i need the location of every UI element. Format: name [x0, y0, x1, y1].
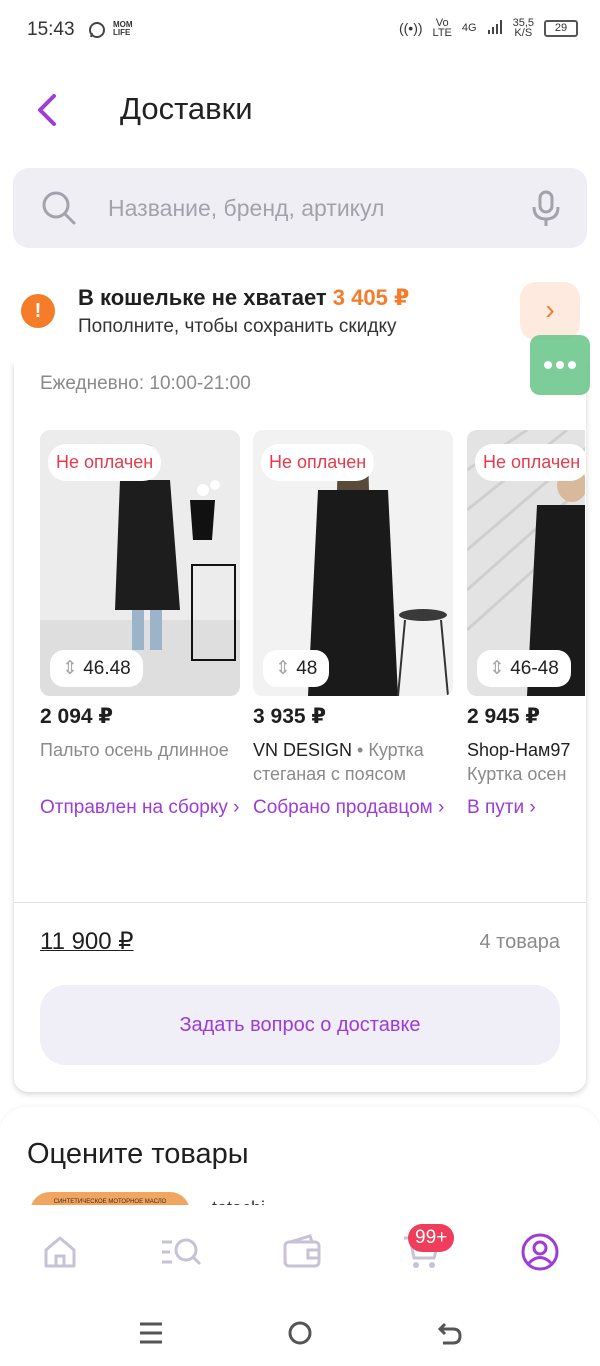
item-name: VN DESIGN • Куртка стеганая с поясом: [253, 738, 453, 786]
product-photo[interactable]: Не оплачен ⇕ 48: [253, 430, 453, 696]
floating-assistant-button[interactable]: [530, 335, 590, 395]
size-badge: ⇕ 46-48: [477, 650, 571, 687]
app-notification-icon: MOM LIFE: [113, 20, 133, 37]
back-system-icon[interactable]: [437, 1320, 463, 1351]
payment-status-badge: Не оплачен: [475, 444, 585, 481]
whatsapp-icon: [88, 21, 106, 45]
back-button[interactable]: [32, 90, 62, 130]
product-photo[interactable]: Не оплачен ⇕ 46-48: [467, 430, 585, 696]
size-icon: ⇕: [62, 658, 84, 679]
volte-bottom: LTE: [432, 27, 452, 39]
wallet-title-text: В кошельке не хватает: [78, 285, 333, 310]
item-status-link[interactable]: Отправлен на сборку ›: [40, 794, 240, 821]
header: Доставки: [0, 70, 600, 150]
size-badge: ⇕ 46.48: [50, 650, 143, 687]
catalog-search-icon[interactable]: [160, 1232, 202, 1272]
item-brand: Shop-Нам97: [467, 740, 571, 760]
delivery-item-clip: Не оплачен ⇕ 46-48 2 945 ₽ Shop-Нам97 Кур…: [467, 430, 585, 870]
warning-icon: !: [21, 294, 55, 328]
speed-unit: K/S: [514, 27, 533, 39]
wallet-amount: 3 405 ₽: [332, 285, 410, 310]
size-value: 46-48: [510, 658, 559, 679]
home-system-icon[interactable]: [287, 1320, 313, 1351]
size-badge: ⇕ 48: [263, 650, 330, 687]
wallet-title: В кошельке не хватает 3 405 ₽: [78, 285, 409, 311]
network-type: 4G: [461, 22, 477, 34]
wallet-icon[interactable]: [282, 1232, 322, 1272]
wallet-subtitle: Пополните, чтобы сохранить скидку: [78, 316, 397, 337]
home-icon[interactable]: [40, 1232, 80, 1272]
item-price: 2 945 ₽: [467, 705, 540, 728]
microphone-icon[interactable]: [531, 190, 561, 233]
page-title: Доставки: [120, 91, 253, 126]
profile-icon[interactable]: [520, 1232, 560, 1272]
hotspot-icon: ((•)): [398, 20, 423, 36]
ask-delivery-question-button[interactable]: Задать вопрос о доставке: [40, 985, 560, 1065]
item-price: 2 094 ₽: [40, 705, 113, 728]
signal-icon: [487, 19, 503, 38]
size-icon: ⇕: [489, 658, 511, 679]
item-status-link[interactable]: Собрано продавцом ›: [253, 794, 453, 821]
search-icon: [41, 190, 77, 231]
wallet-topup-button[interactable]: ›: [520, 282, 580, 340]
item-title: Куртка осен: [467, 764, 567, 784]
search-input[interactable]: Название, бренд, артикул: [108, 195, 384, 222]
battery-icon: 29: [544, 19, 578, 37]
status-time: 15:43: [27, 19, 75, 40]
item-price: 3 935 ₽: [253, 705, 326, 728]
recent-apps-icon[interactable]: [138, 1320, 164, 1351]
order-total[interactable]: 11 900 ₽: [40, 927, 134, 956]
size-icon: ⇕: [275, 658, 297, 679]
product-photo[interactable]: Не оплачен ⇕ 46.48: [40, 430, 240, 696]
item-brand: VN DESIGN: [253, 740, 353, 760]
items-count: 4 товара: [479, 931, 560, 953]
divider: [14, 902, 586, 903]
size-value: 46.48: [83, 658, 131, 679]
payment-status-badge: Не оплачен: [261, 444, 375, 481]
item-name: Пальто осень длинное: [40, 740, 229, 760]
item-status-link[interactable]: В пути ›: [467, 794, 585, 821]
delivery-hours: Ежедневно: 10:00-21:00: [40, 373, 251, 394]
payment-status-badge: Не оплачен: [48, 444, 162, 481]
item-name: Shop-Нам97 Куртка осен: [467, 738, 585, 786]
search-bar[interactable]: Название, бренд, артикул: [13, 168, 587, 248]
cart-count-badge: 99+: [408, 1224, 455, 1252]
rate-products-title: Оцените товары: [27, 1138, 249, 1170]
status-bar: 15:43 MOM LIFE ((•)) Vo LTE 4G 35,5 K/S 29: [0, 0, 600, 60]
status-icons: ((•)) Vo LTE 4G 35,5 K/S 29: [398, 18, 578, 39]
size-value: 48: [296, 658, 318, 679]
